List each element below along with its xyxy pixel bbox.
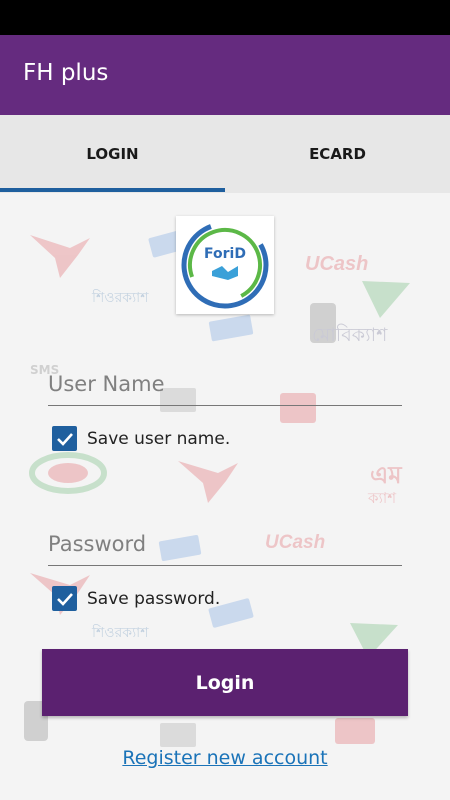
checkmark-icon — [56, 592, 73, 606]
username-input[interactable] — [48, 362, 402, 406]
save-password-label: Save password. — [87, 588, 221, 609]
tab-ecard[interactable]: ECARD — [225, 115, 450, 193]
status-bar — [0, 0, 450, 35]
envelope-icon — [160, 723, 196, 747]
save-username-label: Save user name. — [87, 428, 231, 449]
forid-logo-icon: ForiD — [181, 221, 269, 309]
password-input[interactable] — [48, 522, 402, 566]
bird-logo-icon — [30, 235, 90, 278]
bg-text-mobicash: মোবিক্যাশ — [312, 324, 388, 346]
bg-text-cash: ক্যাশ — [367, 489, 397, 507]
bg-text-ucash: UCash — [305, 253, 368, 275]
login-form-panel: UCash UCash শিওরক্যাশ শিওরক্যাশ মোবিক্যা… — [0, 193, 450, 800]
triangle-logo-icon — [362, 281, 410, 318]
bg-text-surecash: শিওরক্যাশ — [91, 624, 149, 641]
envelope-icon — [335, 718, 375, 744]
register-account-link[interactable]: Register new account — [0, 747, 450, 769]
save-password-row[interactable]: Save password. — [52, 586, 220, 611]
app-bar: FH plus — [0, 35, 450, 115]
login-button[interactable]: Login — [42, 649, 408, 716]
app-title: FH plus — [23, 60, 109, 86]
tab-login[interactable]: LOGIN — [0, 115, 225, 193]
save-username-row[interactable]: Save user name. — [52, 426, 230, 451]
bg-text-surecash: শিওরক্যাশ — [91, 289, 149, 306]
money-note-icon — [208, 314, 254, 342]
save-username-checkbox[interactable] — [52, 426, 77, 451]
emblem-icon — [48, 463, 88, 483]
logo-text: ForiD — [204, 246, 246, 262]
app-logo: ForiD — [176, 216, 274, 314]
checkmark-icon — [56, 432, 73, 446]
active-tab-indicator — [0, 188, 225, 192]
bg-text-em: এম — [370, 461, 403, 489]
save-password-checkbox[interactable] — [52, 586, 77, 611]
tab-bar: LOGIN ECARD — [0, 115, 450, 193]
bird-logo-icon — [178, 461, 238, 503]
